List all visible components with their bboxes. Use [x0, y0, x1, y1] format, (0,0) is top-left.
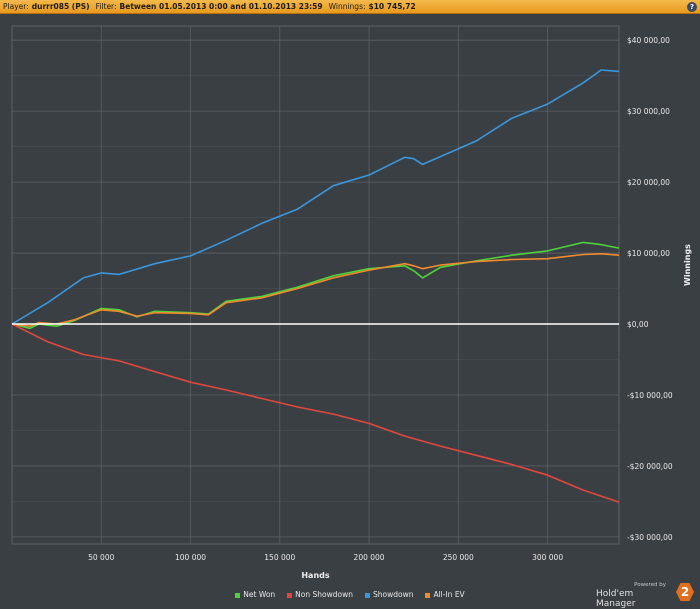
- winnings-label: Winnings:: [328, 2, 366, 11]
- x-tick-label: 200 000: [354, 553, 385, 562]
- brand-name: Hold'em Manager: [596, 589, 636, 609]
- x-tick-labels: 50 000 100 000 150 000 200 000 250 000 300 00…: [88, 553, 563, 562]
- y-tick-label: $20 000,00: [627, 178, 670, 187]
- powered-by-text: Powered by: [634, 582, 666, 588]
- x-tick-label: 250 000: [443, 553, 474, 562]
- legend-item-showdown[interactable]: Showdown: [364, 589, 414, 601]
- legend-swatch: [287, 592, 293, 598]
- x-tick-label: 100 000: [175, 553, 206, 562]
- legend-swatch: [364, 592, 370, 598]
- y-tick-label: -$30 000,00: [627, 533, 673, 542]
- y-tick-label: $30 000,00: [627, 107, 670, 116]
- x-tick-label: 150 000: [264, 553, 295, 562]
- legend-label: Non Showdown: [295, 590, 353, 599]
- legend: Net Won Non Showdown Showdown All-In EV: [0, 589, 700, 601]
- x-tick-label: 50 000: [88, 553, 114, 562]
- player-value: durrr085 (PS): [31, 2, 90, 11]
- player-label: Player:: [3, 2, 29, 11]
- brand-logo-area: Powered by Hold'em Manager 2: [596, 582, 696, 609]
- y-tick-label: $10 000,00: [627, 249, 670, 258]
- x-tick-label: 300 000: [532, 553, 563, 562]
- legend-swatch: [425, 592, 431, 598]
- y-tick-label: $40 000,00: [627, 36, 670, 45]
- hm2-logo-icon: 2: [676, 583, 694, 601]
- y-tick-label: -$10 000,00: [627, 391, 673, 400]
- y-tick-label: $0,00: [627, 320, 649, 329]
- filter-value: Between 01.05.2013 0:00 and 01.10.2013 2…: [119, 2, 323, 11]
- header-bar: Player: durrr085 (PS) Filter: Between 01.05…: [0, 0, 700, 14]
- legend-label: Net Won: [243, 590, 276, 599]
- legend-item-non-showdown[interactable]: Non Showdown: [287, 589, 353, 601]
- y-axis-label: Winnings: [683, 244, 692, 286]
- winnings-value: $10 745,72: [368, 2, 416, 11]
- legend-label: Showdown: [372, 590, 414, 599]
- filter-label: Filter:: [95, 2, 117, 11]
- legend-item-net-won[interactable]: Net Won: [235, 589, 275, 601]
- legend-swatch: [235, 592, 241, 598]
- y-tick-label: -$20 000,00: [627, 462, 673, 471]
- legend-item-allin-ev[interactable]: All-In EV: [425, 589, 465, 601]
- x-axis-label: Hands: [301, 571, 330, 580]
- help-icon[interactable]: ?: [687, 2, 697, 12]
- y-tick-labels: $40 000,00 $30 000,00 $20 000,00 $10 000,00…: [627, 36, 673, 542]
- winnings-chart: $40 000,00 $30 000,00 $20 000,00 $10 000,00…: [11, 25, 692, 580]
- legend-label: All-In EV: [433, 590, 465, 599]
